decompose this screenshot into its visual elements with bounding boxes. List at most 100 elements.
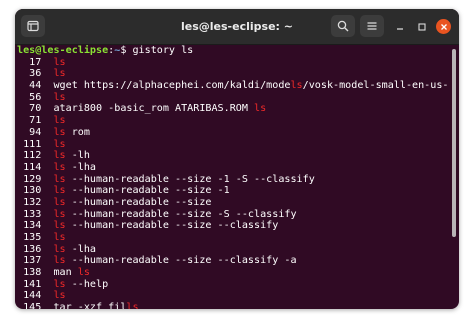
history-number: 141 <box>17 278 42 290</box>
history-command-match: ls <box>53 68 66 80</box>
prompt-user-host: les@les-eclipse <box>17 45 109 56</box>
maximize-button[interactable] <box>414 19 429 34</box>
search-button[interactable] <box>331 15 355 37</box>
close-icon <box>440 23 447 30</box>
history-command-match: ls <box>53 196 66 208</box>
history-number: 134 <box>17 220 42 232</box>
history-command-match: ls <box>53 185 66 197</box>
history-number: 94 <box>17 126 42 138</box>
history-spacer <box>41 220 53 231</box>
history-list: 17 ls 36 ls 44 wget https://alphacephei.… <box>15 57 449 309</box>
history-command-prefix: wget https://alphacephei.com/kaldi/mode <box>53 80 291 92</box>
history-number: 111 <box>17 138 42 150</box>
history-command-match: ls <box>53 232 66 243</box>
history-spacer <box>41 174 53 185</box>
history-number: 144 <box>17 290 42 302</box>
prompt-command: gistory ls <box>132 45 194 56</box>
history-spacer <box>41 115 53 126</box>
history-number: 130 <box>17 185 42 197</box>
history-spacer <box>41 92 53 103</box>
history-number: 145 <box>17 302 42 309</box>
history-entry: 141 ls --help <box>15 279 449 291</box>
history-number: 137 <box>17 255 42 267</box>
history-spacer <box>41 209 53 220</box>
history-entry: 132 ls --human-readable --size <box>15 197 449 209</box>
history-command-match: ls <box>53 115 66 127</box>
history-number: 138 <box>17 267 42 279</box>
history-command-suffix: --human-readable --size -S --classify <box>65 208 297 220</box>
prompt-symbol: $ <box>120 45 133 56</box>
history-entry: 44 wget https://alphacephei.com/kaldi/mo… <box>15 80 449 92</box>
title-bar[interactable]: les@les-eclipse: ~ <box>15 9 459 45</box>
history-command-suffix: --human-readable --size --classify <box>65 220 279 232</box>
history-command-suffix: --human-readable --size -1 <box>65 185 230 197</box>
history-number: 129 <box>17 173 42 185</box>
history-command-prefix: man <box>53 267 78 279</box>
history-command-match: ls <box>53 255 66 267</box>
history-number: 36 <box>17 68 42 80</box>
history-command-suffix: -lha <box>65 161 97 173</box>
history-command-match: ls <box>53 220 66 232</box>
history-spacer <box>41 103 53 114</box>
history-command-match: ls <box>126 302 139 309</box>
history-command-match: ls <box>53 290 66 302</box>
history-spacer <box>41 197 53 208</box>
history-spacer <box>41 255 53 266</box>
history-entry: 129 ls --human-readable --size -1 -S --c… <box>15 174 449 186</box>
history-entry: 114 ls -lha <box>15 162 449 174</box>
history-command-match: ls <box>53 126 66 138</box>
history-number: 114 <box>17 161 42 173</box>
scrollbar-thumb[interactable] <box>452 49 456 237</box>
history-number: 17 <box>17 56 42 68</box>
history-entry: 112 ls -lh <box>15 150 449 162</box>
history-spacer <box>41 68 53 79</box>
history-entry: 56 ls <box>15 92 449 104</box>
history-command-suffix: --human-readable --size <box>65 196 212 208</box>
search-icon <box>337 20 349 32</box>
history-command-prefix: atari800 -basic_rom ATARIBAS.ROM <box>53 103 255 115</box>
history-spacer <box>41 244 53 255</box>
history-command-prefix: tar -xzf fil <box>53 302 127 309</box>
minimize-icon <box>396 27 403 30</box>
history-spacer <box>41 279 53 290</box>
history-command-suffix: rom <box>65 126 90 138</box>
history-entry: 36 ls <box>15 68 449 80</box>
history-command-match: ls <box>290 80 303 92</box>
history-number: 44 <box>17 80 42 92</box>
close-button[interactable] <box>436 19 451 34</box>
history-entry: 135 ls <box>15 232 449 244</box>
history-command-match: ls <box>53 150 66 162</box>
history-number: 135 <box>17 232 42 243</box>
history-command-match: ls <box>53 208 66 220</box>
history-command-suffix: -lh <box>65 150 90 162</box>
minimize-button[interactable] <box>392 19 407 34</box>
history-spacer <box>41 139 53 150</box>
history-number: 56 <box>17 91 42 103</box>
new-tab-button[interactable] <box>21 15 45 37</box>
prompt-line: les@les-eclipse:~$ gistory ls <box>15 45 449 57</box>
history-number: 112 <box>17 150 42 162</box>
history-command-suffix: --help <box>65 278 109 290</box>
history-command-suffix: --human-readable --size -1 -S --classify <box>65 173 315 185</box>
history-spacer <box>41 162 53 173</box>
history-entry: 144 ls <box>15 290 449 302</box>
menu-button[interactable] <box>360 15 384 37</box>
history-spacer <box>41 302 53 309</box>
new-tab-icon <box>27 20 39 32</box>
history-command-match: ls <box>53 278 66 290</box>
history-entry: 111 ls <box>15 139 449 151</box>
history-entry: 70 atari800 -basic_rom ATARIBAS.ROM ls <box>15 103 449 115</box>
scrollbar[interactable] <box>452 49 456 305</box>
history-command-match: ls <box>53 56 66 68</box>
terminal-output[interactable]: les@les-eclipse:~$ gistory ls 17 ls 36 l… <box>15 45 449 309</box>
history-number: 70 <box>17 103 42 115</box>
history-spacer <box>41 267 53 278</box>
history-spacer <box>41 80 53 91</box>
terminal-window: les@les-eclipse: ~ les@les-eclipse:~$ gi… <box>15 9 459 309</box>
history-command-suffix: /vosk-model-small-en-us-0.15.zip <box>302 80 449 92</box>
history-entry: 145 tar -xzf fills <box>15 302 449 309</box>
history-entry: 137 ls --human-readable --size --classif… <box>15 255 449 267</box>
history-command-match: ls <box>77 267 90 279</box>
maximize-icon <box>417 22 426 31</box>
hamburger-menu-icon <box>367 22 377 30</box>
